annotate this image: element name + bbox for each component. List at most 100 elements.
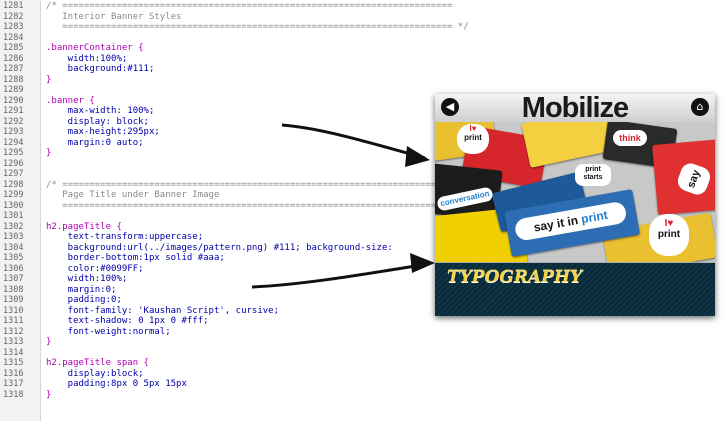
line-number: 1302 xyxy=(3,221,24,232)
line-number: 1289 xyxy=(3,85,24,95)
line-number: 1293 xyxy=(3,127,24,137)
code-text: Page Title under Banner Image xyxy=(46,190,220,200)
line-number: 1281 xyxy=(3,1,24,11)
love-print-bubble-2: I♥ print xyxy=(649,214,689,256)
code-line[interactable]: 1288} xyxy=(0,75,728,86)
code-text: text-transform:uppercase; xyxy=(46,232,204,242)
mobile-preview: ◀ Mobilize ⌂ say it in print I♥ print pr… xyxy=(435,94,715,316)
code-text: padding:8px 0 5px 15px xyxy=(46,379,187,389)
code-text: ========================================… xyxy=(46,22,469,32)
say-it-accent-text: print xyxy=(579,207,609,227)
line-number: 1300 xyxy=(3,200,24,211)
line-number: 1312 xyxy=(3,326,24,337)
line-number: 1301 xyxy=(3,211,24,221)
page-title-bar: Typography xyxy=(435,262,715,316)
code-text: display: block; xyxy=(46,116,149,127)
code-text: border-bottom:1px solid #aaa; xyxy=(46,253,225,263)
code-text: /* =====================================… xyxy=(46,179,453,190)
code-line[interactable]: 1312 font-weight:normal; xyxy=(0,327,728,338)
line-number: 1297 xyxy=(3,169,24,179)
code-text: padding:0; xyxy=(46,295,122,305)
phone-header: ◀ Mobilize ⌂ xyxy=(435,94,715,124)
code-text: h2.pageTitle { xyxy=(46,221,122,232)
line-number: 1318 xyxy=(3,389,24,400)
love-print-text-2: print xyxy=(657,229,681,240)
line-number: 1315 xyxy=(3,358,24,368)
line-number: 1311 xyxy=(3,316,24,326)
line-number: 1317 xyxy=(3,379,24,389)
code-text: } xyxy=(46,389,52,400)
line-number: 1296 xyxy=(3,158,24,169)
code-line[interactable]: 1315 h2.pageTitle span { xyxy=(0,358,728,369)
code-text: } xyxy=(46,337,52,347)
code-text: max-width: 100%; xyxy=(46,106,155,116)
code-text: } xyxy=(46,74,52,85)
code-text: text-shadow: 0 1px 0 #fff; xyxy=(46,316,209,326)
line-number: 1298 xyxy=(3,179,24,190)
line-number: 1288 xyxy=(3,74,24,85)
code-text: max-height:295px; xyxy=(46,127,160,137)
code-line[interactable]: 1316 display:block; xyxy=(0,369,728,380)
line-number: 1294 xyxy=(3,137,24,148)
line-number: 1285 xyxy=(3,43,24,53)
code-line[interactable]: 1317 padding:8px 0 5px 15px xyxy=(0,379,728,390)
code-line[interactable]: 1313} xyxy=(0,337,728,348)
code-line[interactable]: 1282 Interior Banner Styles xyxy=(0,12,728,23)
print-starts-bubble: print starts xyxy=(575,164,611,186)
code-line[interactable]: 1283 ===================================… xyxy=(0,22,728,33)
line-number: 1284 xyxy=(3,32,24,43)
code-text: } xyxy=(46,148,52,158)
think-bubble: think xyxy=(613,130,647,146)
line-number: 1295 xyxy=(3,148,24,158)
line-number: 1306 xyxy=(3,263,24,274)
code-text: h2.pageTitle span { xyxy=(46,358,149,368)
phone-header-title: Mobilize xyxy=(521,94,629,124)
line-number: 1287 xyxy=(3,64,24,74)
code-text: margin:0 auto; xyxy=(46,137,144,148)
code-line[interactable]: 1318} xyxy=(0,390,728,401)
line-number: 1291 xyxy=(3,106,24,116)
code-line[interactable]: 1281 /* =================================… xyxy=(0,1,728,12)
code-text: background:url(../images/pattern.png) #1… xyxy=(46,242,393,253)
i-heart-text: I♥ xyxy=(469,124,477,133)
code-text: .banner { xyxy=(46,95,95,106)
i-love-print-bubble: I♥ print xyxy=(457,124,489,154)
code-line[interactable]: 1284 xyxy=(0,33,728,44)
code-text: ========================================… xyxy=(46,200,453,211)
code-text: margin:0; xyxy=(46,284,117,295)
code-line[interactable]: 1311 text-shadow: 0 1px 0 #fff; xyxy=(0,316,728,327)
code-text: font-weight:normal; xyxy=(46,326,171,337)
love-print-text: print xyxy=(464,133,482,142)
home-icon[interactable]: ⌂ xyxy=(691,98,709,116)
code-line[interactable]: 1314 xyxy=(0,348,728,359)
line-number: 1283 xyxy=(3,22,24,32)
code-text: background:#111; xyxy=(46,64,155,74)
line-number: 1290 xyxy=(3,95,24,106)
line-number: 1308 xyxy=(3,284,24,295)
line-number: 1309 xyxy=(3,295,24,305)
line-number: 1313 xyxy=(3,337,24,347)
code-text: color:#0099FF; xyxy=(46,263,144,274)
line-number: 1314 xyxy=(3,347,24,358)
code-text: Interior Banner Styles xyxy=(46,11,182,22)
code-line[interactable]: 1287 background:#111; xyxy=(0,64,728,75)
code-text: display:block; xyxy=(46,368,144,379)
say-it-text: say it in xyxy=(532,213,580,235)
line-number: 1292 xyxy=(3,116,24,127)
code-text: /* =====================================… xyxy=(46,1,453,11)
line-number: 1299 xyxy=(3,190,24,200)
line-number: 1305 xyxy=(3,253,24,263)
i-heart-text-2: I♥ xyxy=(664,218,674,229)
page-title: Typography xyxy=(447,267,583,287)
line-number: 1316 xyxy=(3,368,24,379)
say-it-in-print-bubble: say it in print xyxy=(513,200,628,242)
line-number: 1310 xyxy=(3,305,24,316)
code-text: .bannerContainer { xyxy=(46,43,144,53)
code-line[interactable]: 1285 .bannerContainer { xyxy=(0,43,728,54)
code-text: font-family: 'Kaushan Script', cursive; xyxy=(46,305,279,316)
line-number: 1282 xyxy=(3,11,24,22)
line-number: 1304 xyxy=(3,242,24,253)
code-line[interactable]: 1286 width:100%; xyxy=(0,54,728,65)
code-text: width:100%; xyxy=(46,53,128,64)
line-number: 1286 xyxy=(3,53,24,64)
